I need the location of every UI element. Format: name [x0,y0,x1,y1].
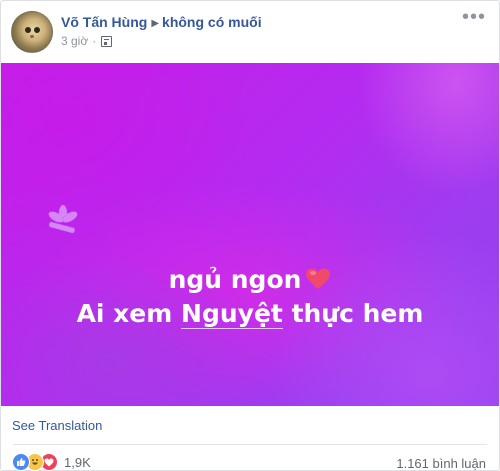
arrow-right-icon: ▶ [151,18,160,29]
audience-icon[interactable] [101,35,113,47]
author-name-link[interactable]: Võ Tấn Hùng [61,14,147,30]
post-title-line: Võ Tấn Hùng ▶ không có muối [61,13,262,34]
post-header: Võ Tấn Hùng ▶ không có muối 3 giờ · ••• [1,1,499,63]
target-name-link[interactable]: không có muối [162,14,262,30]
post-status-text: ngủ ngon Ai xem Nguyệt thực hem [1,263,499,331]
post-text-line-1: ngủ ngon [1,263,499,297]
post-meta: 3 giờ · [61,33,113,49]
avatar-eye [34,27,40,33]
reactions-summary[interactable]: 1,9K [12,453,91,471]
post-timestamp[interactable]: 3 giờ [61,33,88,49]
mention-link[interactable]: Nguyệt [181,299,283,329]
reaction-count[interactable]: 1,9K [64,455,91,470]
post-options-button[interactable]: ••• [461,7,487,29]
see-translation-link[interactable]: See Translation [12,418,102,433]
meta-separator: · [92,34,97,48]
comment-count-link[interactable]: 1.161 bình luận [396,456,486,471]
heart-icon [306,268,331,289]
author-avatar[interactable] [11,11,53,53]
like-icon [12,453,30,471]
line2-suffix: thực hem [282,299,424,328]
post-background: ngủ ngon Ai xem Nguyệt thực hem [1,63,499,406]
line2-prefix: Ai xem [76,299,182,328]
good-night-text: ngủ ngon [168,265,302,294]
flower-decoration-icon [48,204,78,234]
avatar-nose [30,35,34,38]
post-text-line-2: Ai xem Nguyệt thực hem [1,297,499,331]
post-card: Võ Tấn Hùng ▶ không có muối 3 giờ · ••• ng… [0,0,500,471]
divider [13,444,487,445]
avatar-eye [25,27,31,33]
